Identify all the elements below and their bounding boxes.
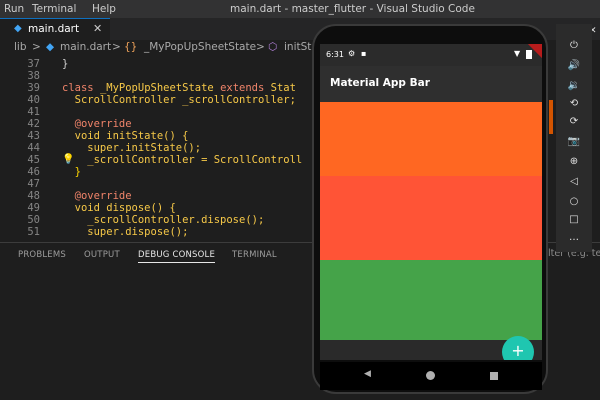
lightbulb-icon[interactable]: 💡	[62, 154, 74, 165]
power-icon[interactable]: ⏻	[556, 40, 592, 51]
code-token: extends	[220, 82, 265, 94]
floating-action-button[interactable]: +	[502, 336, 534, 360]
code-token: class	[62, 82, 94, 94]
method-symbol-icon: ⬡	[268, 41, 278, 53]
line-number: 50	[27, 214, 40, 226]
code-line: }	[62, 58, 69, 70]
green-container	[320, 260, 542, 340]
line-number: 41	[27, 106, 40, 118]
tab-problems[interactable]: PROBLEMS	[18, 250, 66, 260]
breadcrumb-separator: >	[32, 41, 41, 53]
tab-terminal[interactable]: TERMINAL	[232, 250, 277, 260]
menu-bar: Run Terminal Help main.dart - master_flu…	[0, 0, 600, 18]
dart-file-icon: ◆	[46, 41, 55, 53]
more-icon[interactable]: …	[556, 232, 592, 243]
code-line: @override	[62, 118, 132, 130]
breadcrumb-method[interactable]: initSt	[284, 41, 311, 53]
wifi-icon: ▼	[514, 49, 521, 58]
dart-file-icon: ◆	[14, 23, 22, 34]
zoom-icon[interactable]: ⊕	[556, 156, 592, 167]
window-title: main.dart - master_flutter - Visual Stud…	[230, 3, 475, 15]
back-icon[interactable]: ◁	[556, 176, 592, 187]
tab-main-dart[interactable]: ◆ main.dart ✕	[0, 18, 110, 40]
emulator-toolbar: ⏻ 🔊 🔉 ⟲ ⟳ 📷 ⊕ ◁ ○ □ …	[556, 24, 592, 252]
device-side-button	[549, 100, 553, 134]
breadcrumb-file[interactable]: main.dart	[60, 41, 111, 53]
tab-label: main.dart	[28, 23, 80, 35]
line-number: 49	[27, 202, 40, 214]
android-nav-bar: ◀	[320, 362, 542, 390]
line-number: 37	[27, 58, 40, 70]
line-number: 45	[27, 154, 40, 166]
red-container	[320, 176, 542, 260]
line-number: 47	[27, 178, 40, 190]
code-token: Stat	[270, 82, 296, 94]
volume-down-icon[interactable]: 🔉	[556, 80, 592, 91]
status-time: 6:31	[326, 50, 344, 59]
line-number: 46	[27, 166, 40, 178]
code-line: }	[62, 166, 81, 178]
nav-recents-icon[interactable]	[490, 372, 498, 380]
tab-debug-console[interactable]: DEBUG CONSOLE	[138, 250, 216, 263]
rotate-left-icon[interactable]: ⟲	[556, 98, 592, 109]
code-line: void initState() {	[62, 130, 189, 142]
line-number: 38	[27, 70, 40, 82]
orange-container	[320, 102, 542, 176]
status-bar: 6:31 ⚙ ▪ ▼	[320, 44, 542, 66]
line-number: 51	[27, 226, 40, 238]
nav-back-icon[interactable]: ◀	[364, 369, 371, 379]
code-line: ScrollController _scrollController;	[62, 94, 296, 106]
breadcrumb-separator: >	[112, 41, 121, 53]
battery-icon	[526, 50, 532, 59]
home-icon[interactable]: ○	[556, 196, 592, 207]
gear-icon: ⚙	[348, 49, 356, 58]
line-number: 40	[27, 94, 40, 106]
app-bar: Material App Bar	[320, 66, 542, 102]
breadcrumb-class[interactable]: _MyPopUpSheetState	[144, 41, 256, 53]
sim-card-icon: ▪	[361, 49, 367, 58]
emulator-screen[interactable]: 6:31 ⚙ ▪ ▼ Material App Bar +	[320, 44, 542, 360]
code-line: super.dispose();	[62, 226, 189, 238]
tab-output[interactable]: OUTPUT	[84, 250, 120, 260]
code-line: @override	[62, 190, 132, 202]
code-line: _scrollController = ScrollControll	[62, 154, 303, 166]
menu-terminal[interactable]: Terminal	[32, 3, 76, 15]
close-tab-icon[interactable]: ✕	[93, 22, 102, 35]
nav-home-icon[interactable]	[426, 371, 435, 380]
volume-up-icon[interactable]: 🔊	[556, 60, 592, 71]
line-number: 42	[27, 118, 40, 130]
menu-run[interactable]: Run	[4, 3, 24, 15]
code-line: _scrollController.dispose();	[62, 214, 265, 226]
line-number: 39	[27, 82, 40, 94]
code-line: super.initState();	[62, 142, 202, 154]
line-number: 48	[27, 190, 40, 202]
app-bar-title: Material App Bar	[330, 77, 430, 89]
line-number: 43	[27, 130, 40, 142]
camera-icon[interactable]: 📷	[556, 136, 592, 147]
class-symbol-icon: {}	[124, 41, 138, 53]
breadcrumb-lib[interactable]: lib	[14, 41, 27, 53]
overview-icon[interactable]: □	[556, 214, 592, 225]
line-number: 44	[27, 142, 40, 154]
code-line: class _MyPopUpSheetState extends Stat	[62, 82, 296, 94]
code-line: void dispose() {	[62, 202, 176, 214]
menu-help[interactable]: Help	[92, 3, 116, 15]
code-token: _MyPopUpSheetState	[99, 82, 214, 94]
breadcrumb-separator: >	[256, 41, 265, 53]
rotate-right-icon[interactable]: ⟳	[556, 116, 592, 127]
